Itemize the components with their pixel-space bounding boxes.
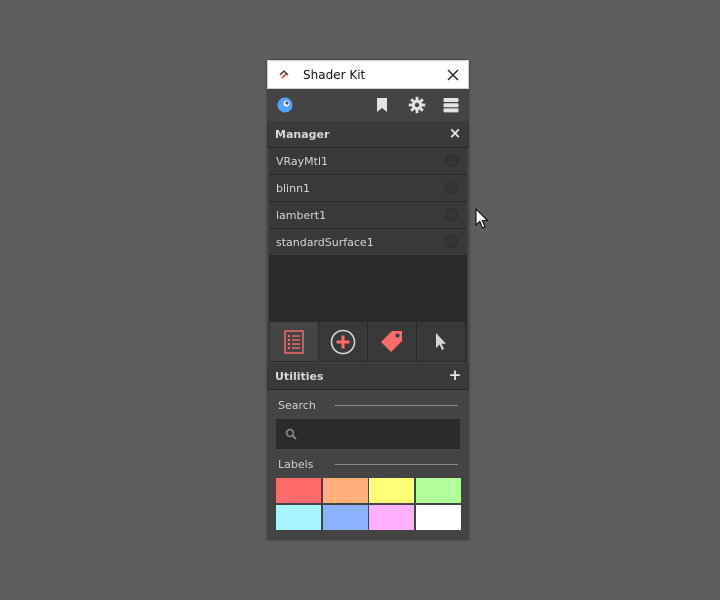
- search-icon: [285, 428, 297, 440]
- manager-close-button[interactable]: ×: [447, 124, 463, 142]
- utilities-header: Utilities +: [267, 363, 469, 390]
- shader-name: lambert1: [276, 209, 327, 222]
- label-color-swatch[interactable]: [369, 505, 414, 530]
- search-field[interactable]: [276, 419, 460, 451]
- label-color-swatch[interactable]: [276, 478, 321, 503]
- add-shader-button[interactable]: [319, 322, 367, 361]
- label-color-swatch[interactable]: [322, 505, 368, 530]
- list-view-button[interactable]: [270, 322, 318, 361]
- search-input[interactable]: [304, 419, 458, 451]
- label-color-swatch[interactable]: [276, 505, 321, 530]
- shader-kit-window: Shader Kit Manager × VRayMtl1 blinn1 lam…: [267, 60, 469, 540]
- status-dot-icon[interactable]: [445, 208, 458, 221]
- labels-label: Labels: [278, 458, 314, 471]
- window-title: Shader Kit: [303, 68, 366, 82]
- label-color-swatch[interactable]: [415, 478, 461, 503]
- manager-toolbar: [269, 321, 467, 362]
- window-close-button[interactable]: [438, 61, 468, 88]
- title-bar[interactable]: Shader Kit: [267, 60, 469, 89]
- list-item[interactable]: VRayMtl1: [269, 148, 467, 175]
- add-circle-icon: [330, 329, 356, 354]
- utilities-title: Utilities: [275, 370, 324, 383]
- label-color-grid: [276, 478, 461, 530]
- bookmark-icon[interactable]: [373, 96, 391, 114]
- pointer-icon: [436, 332, 446, 350]
- list-item[interactable]: lambert1: [269, 202, 467, 229]
- label-color-swatch[interactable]: [369, 478, 414, 503]
- shader-name: VRayMtl1: [276, 155, 329, 168]
- label-color-swatch[interactable]: [322, 478, 368, 503]
- select-button[interactable]: [417, 322, 465, 361]
- list-item[interactable]: blinn1: [269, 175, 467, 202]
- status-dot-icon[interactable]: [445, 154, 458, 167]
- app-logo-icon: [279, 69, 289, 79]
- shader-list: VRayMtl1 blinn1 lambert1 standardSurface…: [269, 148, 467, 321]
- manager-header: Manager ×: [267, 121, 469, 148]
- status-dot-icon[interactable]: [445, 181, 458, 194]
- manager-title: Manager: [275, 128, 330, 141]
- search-label: Search: [278, 399, 316, 412]
- tag-button[interactable]: [368, 322, 416, 361]
- mouse-cursor-icon: [475, 208, 489, 229]
- label-color-swatch[interactable]: [415, 505, 461, 530]
- list-icon: [284, 329, 304, 354]
- main-toolbar: [267, 89, 469, 120]
- utilities-add-button[interactable]: +: [447, 366, 463, 384]
- database-icon[interactable]: [442, 96, 460, 114]
- list-item[interactable]: standardSurface1: [269, 229, 467, 256]
- shader-name: standardSurface1: [276, 236, 374, 249]
- divider: [335, 405, 458, 406]
- shader-ball-icon[interactable]: [276, 96, 294, 114]
- tag-icon: [381, 330, 402, 352]
- gear-icon[interactable]: [408, 96, 426, 114]
- status-dot-icon[interactable]: [445, 235, 458, 248]
- divider: [335, 464, 458, 465]
- shader-name: blinn1: [276, 182, 311, 195]
- close-icon: [447, 69, 459, 80]
